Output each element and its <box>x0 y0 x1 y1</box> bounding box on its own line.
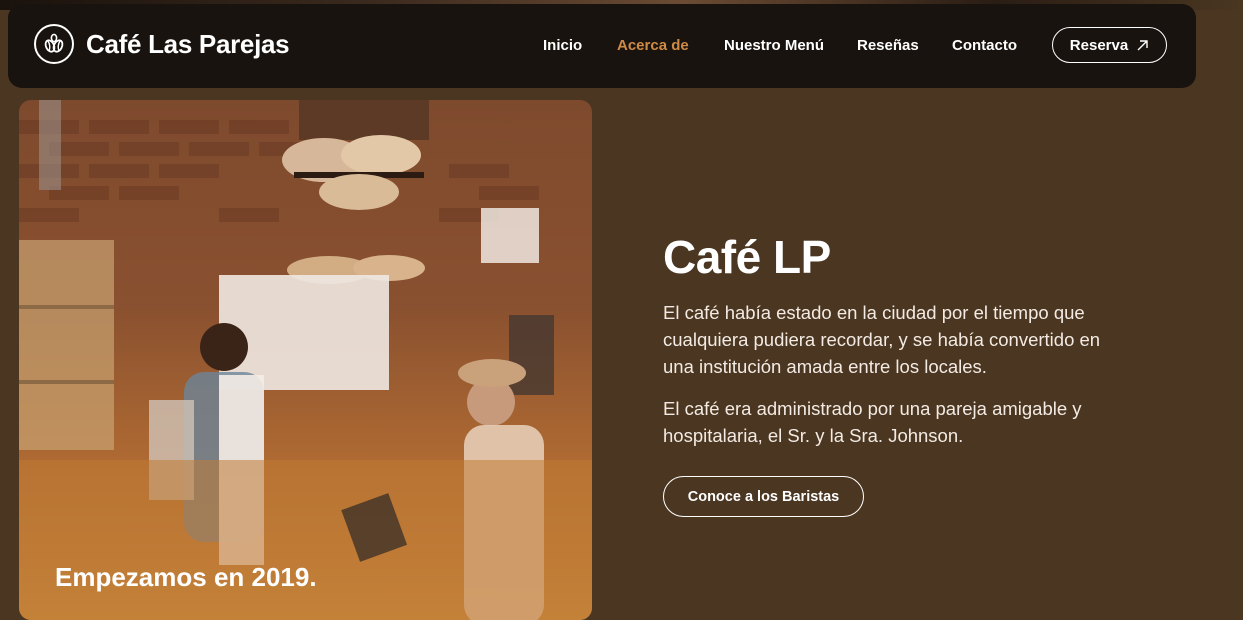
about-title: Café LP <box>663 231 831 283</box>
arrow-up-right-icon <box>1136 39 1149 52</box>
nav-resenas[interactable]: Reseñas <box>857 37 919 54</box>
coffee-beans-icon <box>34 24 74 64</box>
about-paragraph-2: El café era administrado por una pareja … <box>663 398 1082 446</box>
nav-contacto[interactable]: Contacto <box>952 37 1017 54</box>
nav-acerca-de[interactable]: Acerca de <box>617 37 689 54</box>
brand-name: Café Las Parejas <box>86 28 290 59</box>
nav-nuestro-menu[interactable]: Nuestro Menú <box>724 37 824 54</box>
cafe-photo-illustration <box>19 100 592 620</box>
meet-baristas-button[interactable]: Conoce a los Baristas <box>663 476 864 517</box>
cafe-photo: Empezamos en 2019. <box>19 100 592 620</box>
reserve-button[interactable]: Reserva <box>1052 27 1167 63</box>
image-caption: Empezamos en 2019. <box>55 562 317 592</box>
about-paragraph-1: El café había estado en la ciudad por el… <box>663 302 1101 377</box>
reserve-label: Reserva <box>1069 36 1129 54</box>
nav-inicio[interactable]: Inicio <box>543 37 582 54</box>
navbar: Café Las Parejas Inicio Acerca de Nuestr… <box>8 4 1196 88</box>
logo[interactable]: Café Las Parejas <box>34 24 290 64</box>
